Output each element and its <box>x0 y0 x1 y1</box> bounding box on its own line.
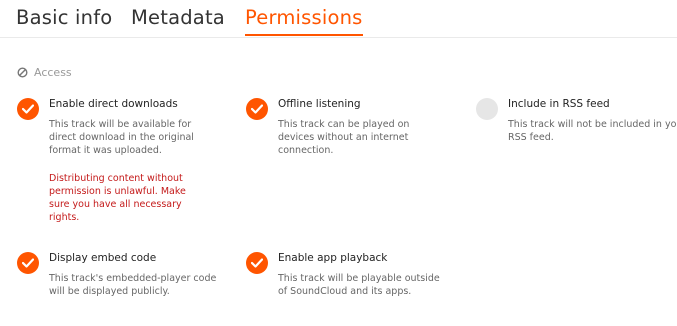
permission-title: Offline listening <box>278 98 361 110</box>
permission-direct-downloads: Enable direct downloads This track will … <box>17 98 217 228</box>
permission-description: This track can be played on devices with… <box>278 119 410 156</box>
permission-title: Include in RSS feed <box>508 98 610 110</box>
permission-app-playback: Enable app playback This track will be p… <box>246 252 446 322</box>
tab-basic-info[interactable]: Basic info <box>16 6 112 29</box>
permission-title: Enable app playback <box>278 252 388 264</box>
permission-title: Display embed code <box>49 252 157 264</box>
app-playback-checkbox[interactable] <box>246 252 268 274</box>
rss-feed-checkbox[interactable] <box>476 98 498 120</box>
tab-metadata[interactable]: Metadata <box>131 6 225 29</box>
permission-description: This track's embedded-player code will b… <box>49 273 217 297</box>
permission-title: Enable direct downloads <box>49 98 178 110</box>
tab-bar: Basic info Metadata Permissions <box>0 0 677 38</box>
section-label: Access <box>34 66 72 79</box>
permission-warning: Distributing content without permission … <box>49 173 186 223</box>
access-section-header: Access <box>17 66 72 79</box>
checkmark-icon <box>22 258 34 268</box>
direct-downloads-checkbox[interactable] <box>17 98 39 120</box>
checkmark-icon <box>22 104 34 114</box>
permission-description: This track will be available for direct … <box>49 119 194 156</box>
tab-permissions[interactable]: Permissions <box>245 6 363 36</box>
embed-code-checkbox[interactable] <box>17 252 39 274</box>
checkmark-icon <box>251 258 263 268</box>
blocked-icon <box>17 67 28 78</box>
offline-listening-checkbox[interactable] <box>246 98 268 120</box>
permission-description: This track will be playable outside of S… <box>278 273 440 297</box>
permission-embed-code: Display embed code This track's embedded… <box>17 252 217 312</box>
checkmark-icon <box>251 104 263 114</box>
permission-offline-listening: Offline listening This track can be play… <box>246 98 446 178</box>
permission-rss-feed: Include in RSS feed This track will not … <box>476 98 677 178</box>
permission-description: This track will not be included in your … <box>508 119 677 143</box>
